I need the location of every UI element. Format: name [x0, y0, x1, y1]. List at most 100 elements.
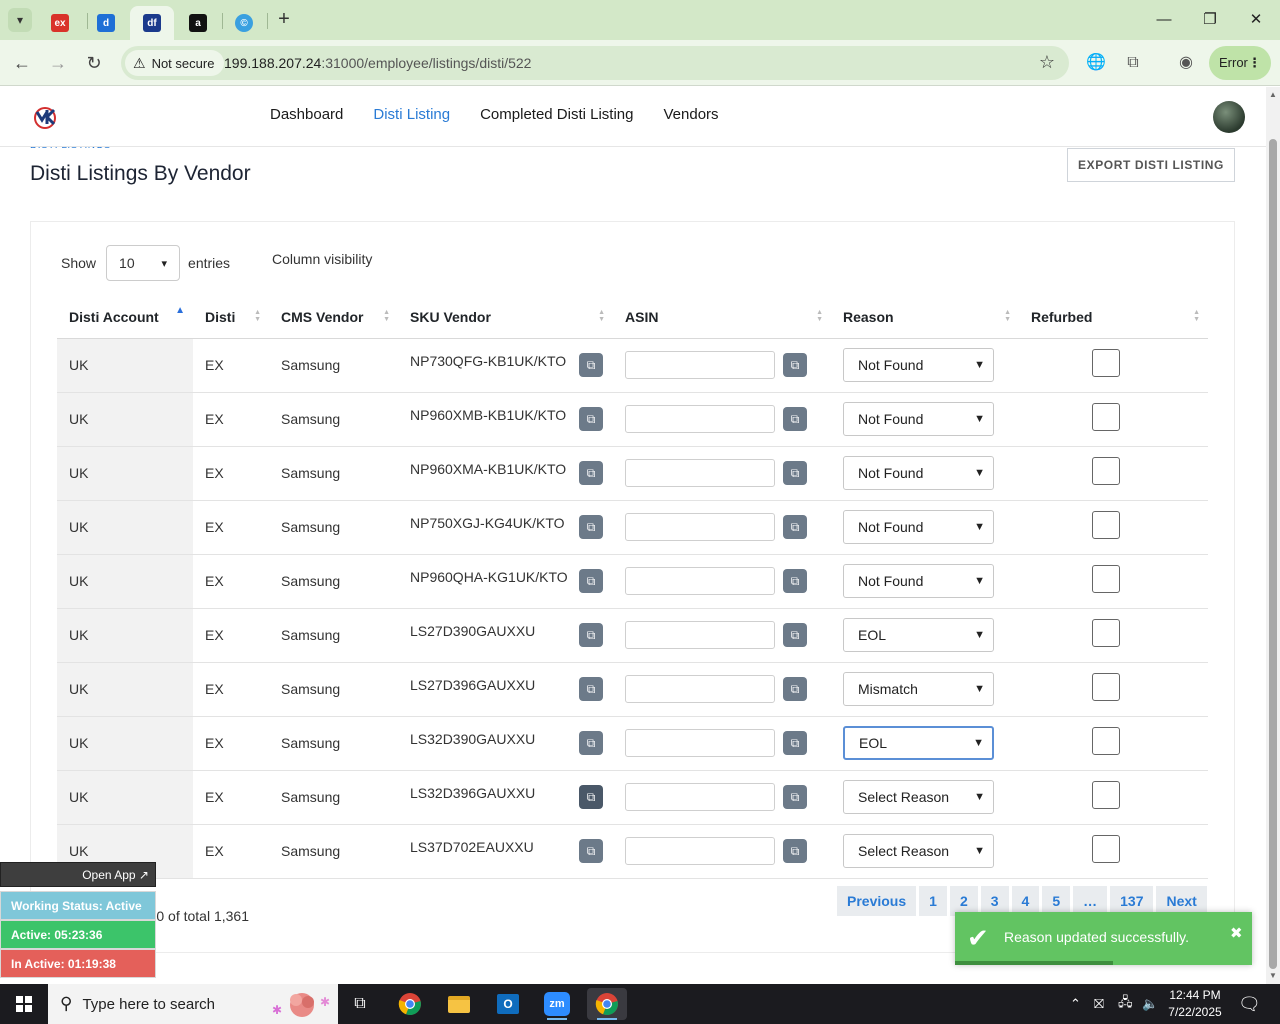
scrollbar-thumb[interactable]	[1269, 139, 1277, 969]
column-header-sku-vendor[interactable]: SKU Vendor ▲ ▼	[398, 296, 613, 339]
minimize-icon[interactable]: —	[1141, 6, 1187, 34]
column-header-refurbed[interactable]: Refurbed ▲ ▼	[1019, 296, 1208, 339]
kebab-menu-icon[interactable]: ⋮	[1248, 46, 1261, 80]
refurbed-checkbox[interactable]	[1092, 565, 1120, 593]
close-icon[interactable]: ✖	[1230, 924, 1243, 942]
copy-sku-icon[interactable]: ⧉	[579, 407, 603, 431]
back-icon[interactable]: ←	[9, 50, 35, 76]
browser-tab-4[interactable]: a	[176, 6, 220, 40]
chrome-profile-icon[interactable]	[587, 988, 627, 1020]
copy-asin-icon[interactable]: ⧉	[783, 461, 807, 485]
copy-sku-icon[interactable]: ⧉	[579, 515, 603, 539]
copy-asin-icon[interactable]: ⧉	[783, 623, 807, 647]
scroll-up-icon[interactable]: ▲	[1269, 90, 1277, 99]
nav-disti-listing[interactable]: Disti Listing	[373, 106, 450, 123]
translate-globe-icon[interactable]: 🌐	[1083, 50, 1109, 76]
reason-select[interactable]: Mismatch ▼	[843, 672, 994, 706]
copy-asin-icon[interactable]: ⧉	[783, 515, 807, 539]
refurbed-checkbox[interactable]	[1092, 349, 1120, 377]
asin-input[interactable]	[625, 729, 775, 757]
search-highlight-brain-icon[interactable]: ✱ ✱	[268, 988, 334, 1020]
start-button[interactable]	[0, 984, 48, 1024]
copy-asin-icon[interactable]: ⧉	[783, 407, 807, 431]
reason-select[interactable]: Not Found ▼	[843, 402, 994, 436]
file-explorer-icon[interactable]	[439, 988, 479, 1020]
taskbar-clock[interactable]: 12:44 PM 7/22/2025	[1160, 987, 1230, 1021]
browser-tab-3-active[interactable]: df	[130, 6, 174, 40]
reason-select[interactable]: Not Found ▼	[843, 564, 994, 598]
reason-select[interactable]: Not Found ▼	[843, 510, 994, 544]
nav-dashboard[interactable]: Dashboard	[270, 106, 343, 123]
pagination-page-1[interactable]: 1	[919, 886, 947, 916]
volume-icon[interactable]: 🔈	[1142, 984, 1158, 1024]
reason-select[interactable]: Not Found ▼	[843, 348, 994, 382]
show-hidden-icons-icon[interactable]: ⌃	[1070, 984, 1081, 1024]
entries-select[interactable]: 10 ▾	[106, 245, 181, 281]
pagination-previous[interactable]: Previous	[837, 886, 917, 916]
outlook-icon[interactable]: O	[488, 988, 528, 1020]
copy-sku-icon[interactable]: ⧉	[579, 839, 603, 863]
copy-asin-icon[interactable]: ⧉	[783, 731, 807, 755]
chrome-icon[interactable]	[390, 988, 430, 1020]
asin-input[interactable]	[625, 621, 775, 649]
reason-select[interactable]: Select Reason ▼	[843, 780, 994, 814]
browser-tab-5[interactable]: ©	[222, 6, 266, 40]
close-window-icon[interactable]: ✕	[1233, 6, 1279, 34]
profile-error-button[interactable]: Error ⋮	[1209, 46, 1271, 80]
task-view-icon[interactable]: ⧉	[340, 988, 380, 1020]
column-header-cms-vendor[interactable]: CMS Vendor ▲ ▼	[269, 296, 398, 339]
security-alert-icon[interactable]: ⛝	[1094, 984, 1104, 1024]
refurbed-checkbox[interactable]	[1092, 835, 1120, 863]
address-bar[interactable]: ⚠ Not secure 199.188.207.24:31000/employ…	[121, 46, 1069, 80]
network-icon[interactable]: 🖧	[1118, 984, 1133, 1024]
asin-input[interactable]	[625, 783, 775, 811]
copy-sku-icon[interactable]: ⧉	[579, 569, 603, 593]
copy-sku-icon[interactable]: ⧉	[579, 785, 603, 809]
export-disti-listing-button[interactable]: EXPORT DISTI LISTING	[1067, 148, 1235, 182]
reason-select[interactable]: Not Found ▼	[843, 456, 994, 490]
browser-tab-2[interactable]: d	[84, 6, 128, 40]
security-chip[interactable]: ⚠ Not secure	[125, 50, 225, 76]
nav-completed-disti-listing[interactable]: Completed Disti Listing	[480, 106, 633, 123]
asin-input[interactable]	[625, 675, 775, 703]
asin-input[interactable]	[625, 351, 775, 379]
tab-search-chevron-icon[interactable]: ▾	[8, 8, 32, 32]
notifications-icon[interactable]: 🗨	[1238, 984, 1261, 1024]
zoom-icon[interactable]: zm	[537, 988, 577, 1020]
restore-icon[interactable]: ❐	[1187, 6, 1233, 34]
asin-input[interactable]	[625, 459, 775, 487]
copy-sku-icon[interactable]: ⧉	[579, 677, 603, 701]
copy-sku-icon[interactable]: ⧉	[579, 731, 603, 755]
refurbed-checkbox[interactable]	[1092, 511, 1120, 539]
company-logo-icon[interactable]	[32, 104, 58, 130]
bookmark-star-icon[interactable]: ☆	[1039, 52, 1055, 73]
column-header-disti-account[interactable]: Disti Account ▲	[57, 296, 193, 339]
reload-icon[interactable]: ↻	[81, 50, 107, 76]
extensions-puzzle-icon[interactable]: ⧉	[1120, 50, 1146, 76]
refurbed-checkbox[interactable]	[1092, 673, 1120, 701]
reason-select[interactable]: EOL ▼	[843, 618, 994, 652]
refurbed-checkbox[interactable]	[1092, 727, 1120, 755]
refurbed-checkbox[interactable]	[1092, 403, 1120, 431]
new-tab-icon[interactable]: +	[272, 8, 296, 32]
copy-asin-icon[interactable]: ⧉	[783, 677, 807, 701]
browser-tab-1[interactable]: ex	[38, 6, 82, 40]
success-toast[interactable]: ✔ Reason updated successfully. ✖	[955, 912, 1252, 965]
copy-sku-icon[interactable]: ⧉	[579, 353, 603, 377]
refurbed-checkbox[interactable]	[1092, 781, 1120, 809]
column-visibility-button[interactable]: Column visibility	[272, 251, 372, 267]
copy-asin-icon[interactable]: ⧉	[783, 569, 807, 593]
scroll-down-icon[interactable]: ▼	[1269, 971, 1277, 980]
page-scrollbar[interactable]: ▲ ▼	[1266, 87, 1280, 984]
refurbed-checkbox[interactable]	[1092, 619, 1120, 647]
open-app-button[interactable]: Open App ↗	[0, 862, 156, 887]
refurbed-checkbox[interactable]	[1092, 457, 1120, 485]
asin-input[interactable]	[625, 567, 775, 595]
profile-icon[interactable]: ◉	[1173, 50, 1199, 76]
asin-input[interactable]	[625, 405, 775, 433]
asin-input[interactable]	[625, 513, 775, 541]
reason-select[interactable]: Select Reason ▼	[843, 834, 994, 868]
copy-asin-icon[interactable]: ⧉	[783, 353, 807, 377]
copy-asin-icon[interactable]: ⧉	[783, 785, 807, 809]
forward-icon[interactable]: →	[45, 50, 71, 76]
